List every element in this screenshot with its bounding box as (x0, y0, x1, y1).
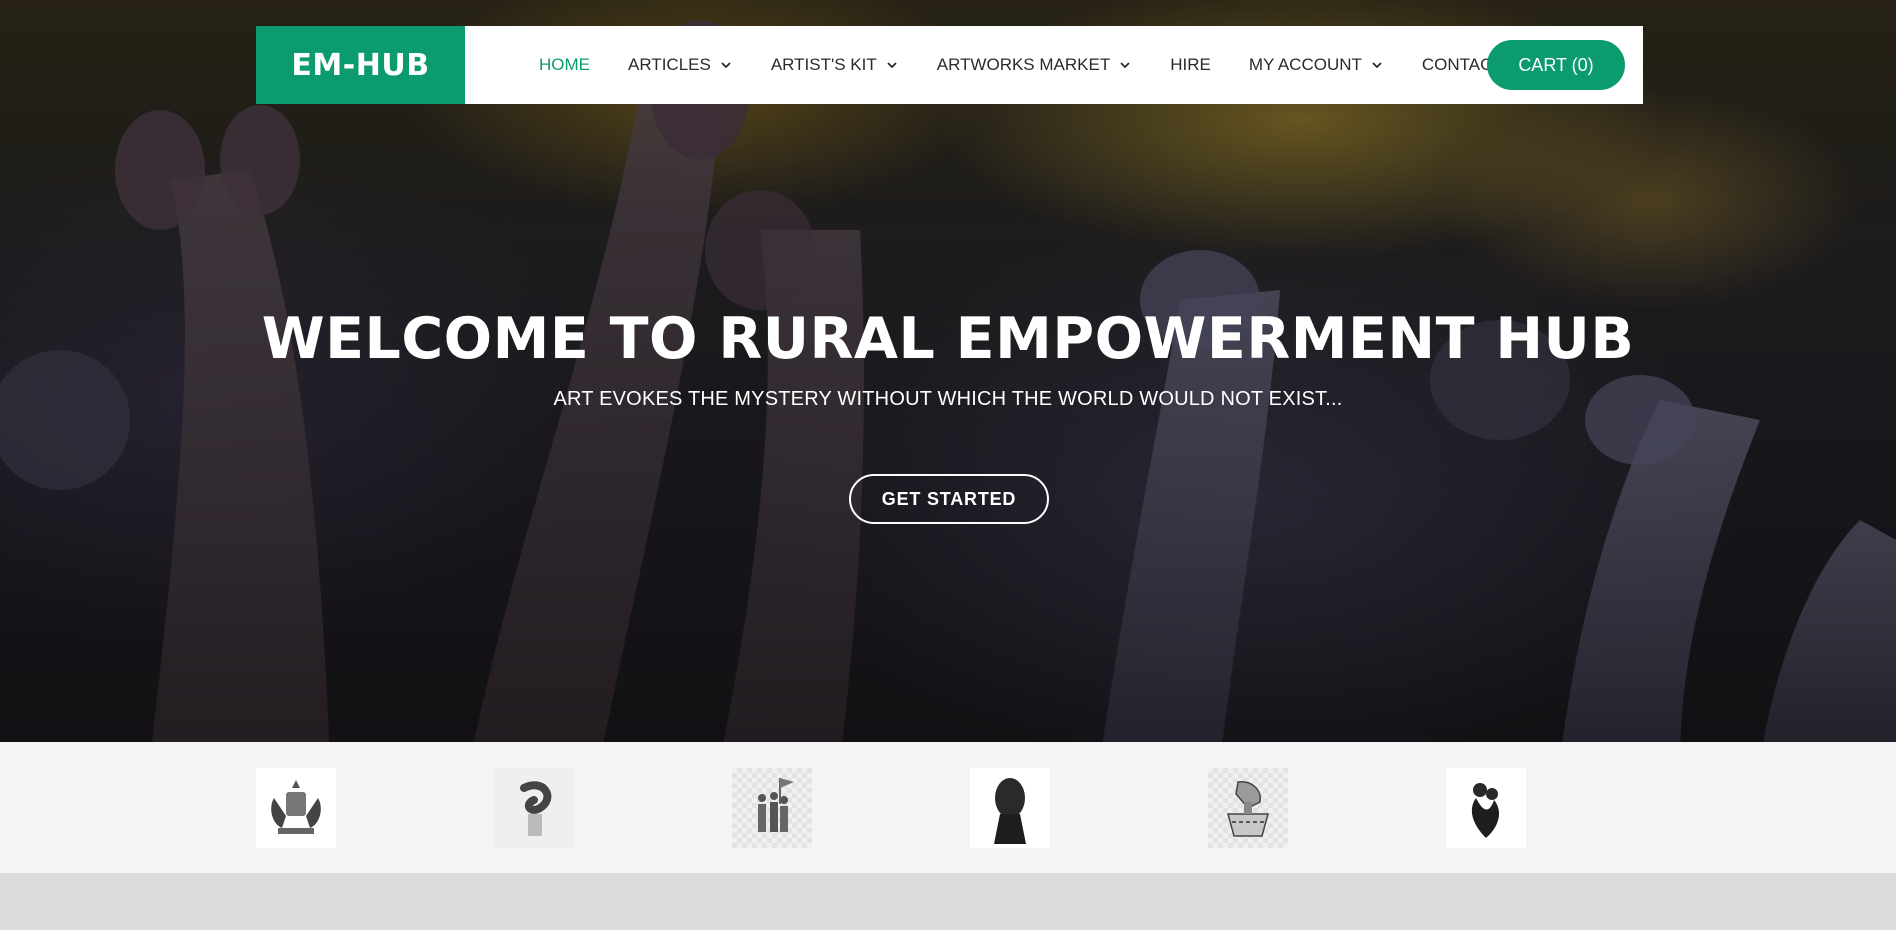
nav-item-label: ARTWORKS MARKET (936, 55, 1111, 74)
nav-item-artworks-market[interactable]: ARTWORKS MARKET (937, 55, 1132, 75)
clients-strip (0, 742, 1896, 873)
client-logo[interactable] (970, 768, 1050, 848)
get-started-button[interactable]: GET STARTED (849, 474, 1049, 524)
nav-item-home[interactable]: HOME (539, 55, 590, 75)
page-footer-band (0, 873, 1896, 930)
nav-item-label: ARTIST'S KIT (770, 55, 877, 74)
site-header: EM-HUB HOME ARTICLES ARTIST'S KIT ARTWOR… (256, 26, 1643, 104)
hero-subtitle: ART EVOKES THE MYSTERY WITHOUT WHICH THE… (553, 388, 1343, 410)
stone-head-bust-icon (970, 768, 1050, 848)
hero-section: WELCOME TO RURAL EMPOWERMENT HUB ART EVO… (0, 0, 1896, 742)
nav-item-label: HIRE (1170, 55, 1211, 74)
client-logo[interactable] (1208, 768, 1288, 848)
nav-item-label: ARTICLES (628, 55, 711, 74)
zimbabwe-bird-icon (1227, 781, 1269, 837)
client-logo[interactable] (1446, 768, 1526, 848)
chevron-down-icon (721, 62, 731, 69)
embrace-sculpture-icon (1446, 768, 1526, 848)
client-logo[interactable] (732, 768, 812, 848)
chevron-down-icon (887, 62, 897, 69)
client-logo[interactable] (494, 768, 574, 848)
nav-item-label: MY ACCOUNT (1248, 55, 1362, 74)
soldiers-statue-icon (758, 778, 794, 832)
cart-button[interactable]: CART (0) (1487, 40, 1625, 90)
nav-item-my-account[interactable]: MY ACCOUNT (1249, 55, 1384, 75)
nav-item-articles[interactable]: ARTICLES (628, 55, 733, 75)
nav-item-artists-kit[interactable]: ARTIST'S KIT (771, 55, 899, 75)
chevron-down-icon (1372, 62, 1382, 69)
hero-title: WELCOME TO RURAL EMPOWERMENT HUB (261, 306, 1635, 372)
nav-item-label: HOME (539, 55, 590, 74)
nav-item-hire[interactable]: HIRE (1170, 55, 1211, 75)
coat-of-arms-icon (256, 768, 336, 848)
chevron-down-icon (1120, 62, 1130, 69)
main-nav: HOME ARTICLES ARTIST'S KIT ARTWORKS MARK… (539, 26, 1541, 104)
client-logo[interactable] (256, 768, 336, 848)
abstract-sculpture-icon (494, 768, 574, 848)
site-logo[interactable]: EM-HUB (256, 26, 465, 104)
